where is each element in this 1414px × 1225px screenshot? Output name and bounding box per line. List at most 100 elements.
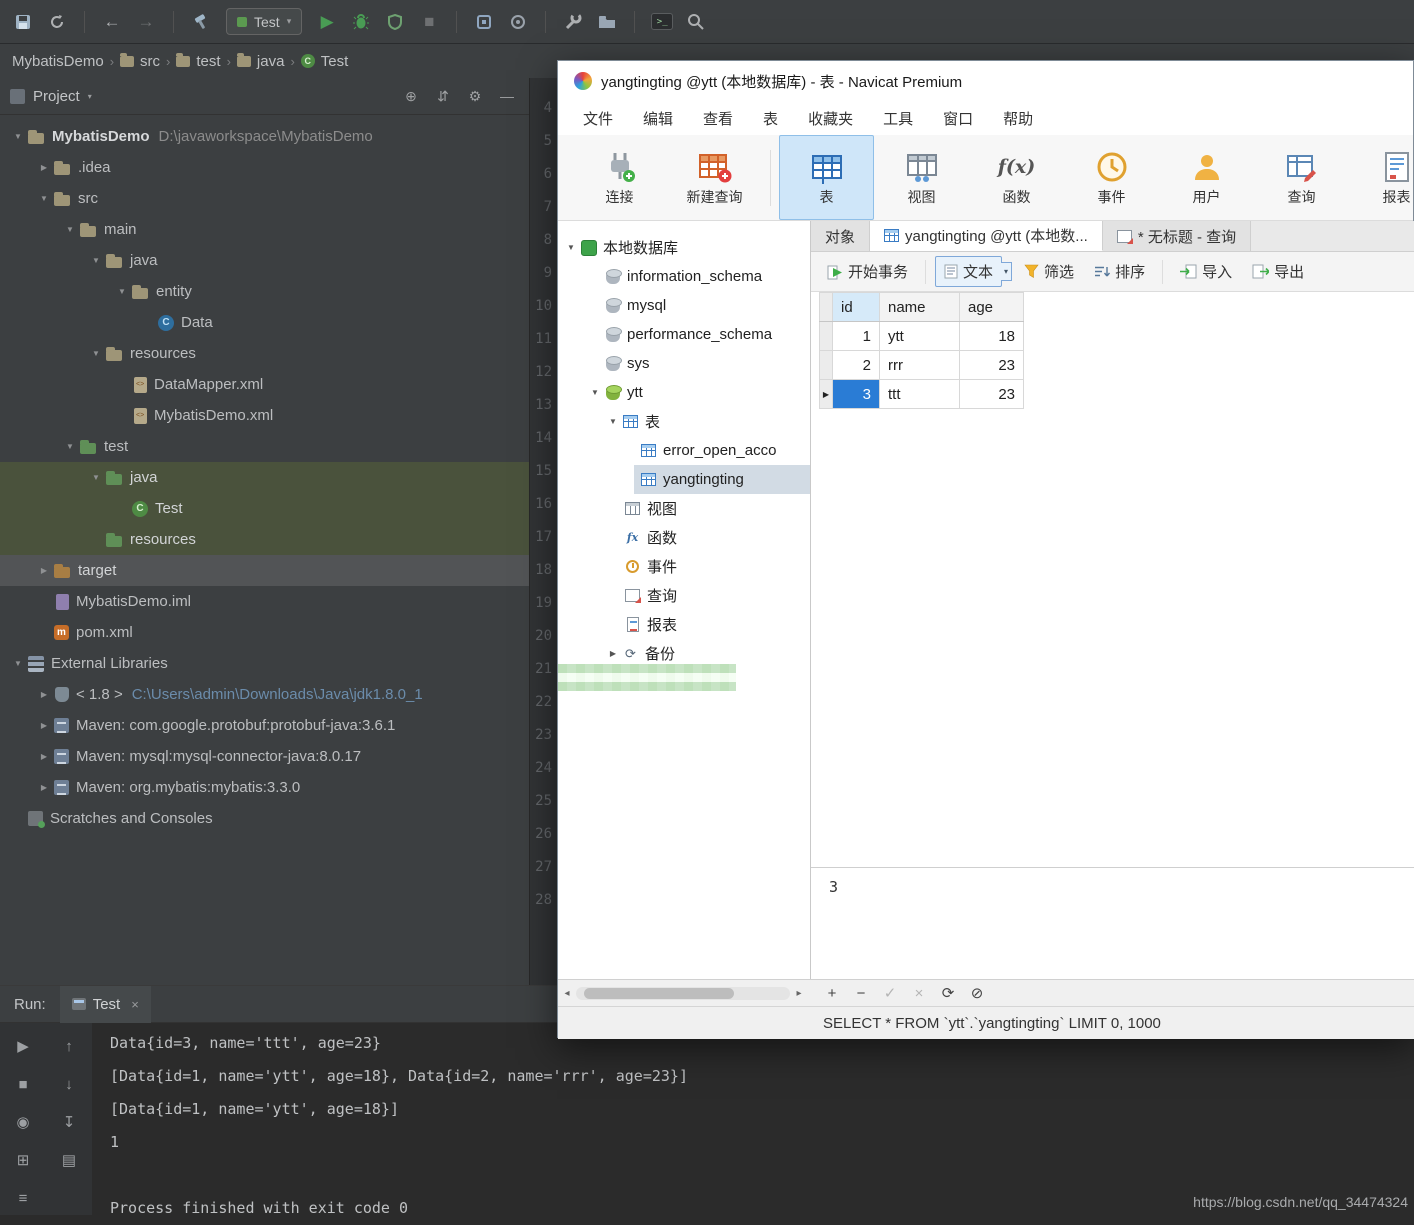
tree-item-jdk18[interactable]: ▶< 1.8 >C:\Users\admin\Downloads\Java\jd…: [0, 679, 529, 710]
tree-item-views[interactable]: 视图: [558, 494, 810, 523]
tree-item-test-class[interactable]: Test: [0, 493, 529, 524]
toolbar-table-button[interactable]: 表: [779, 135, 874, 220]
apply-changes-button[interactable]: ✓: [882, 984, 898, 1002]
project-panel-title[interactable]: Project: [33, 88, 80, 105]
tree-item-data-class[interactable]: Data: [0, 307, 529, 338]
up-stack-trace-icon[interactable]: ↑: [65, 1038, 73, 1055]
stop-button[interactable]: ■: [414, 7, 444, 37]
tree-item-tables[interactable]: ▼表: [558, 407, 810, 436]
tree-item-queries[interactable]: 查询: [558, 581, 810, 610]
sync-refresh-button[interactable]: [42, 7, 72, 37]
locate-file-icon[interactable]: ⊕: [399, 88, 423, 105]
delete-record-button[interactable]: −: [853, 985, 869, 1002]
add-record-button[interactable]: +: [824, 985, 840, 1002]
tree-item-yangtingting[interactable]: yangtingting: [558, 465, 810, 494]
tree-item-target[interactable]: ▶target: [0, 555, 529, 586]
cell-id[interactable]: 2: [833, 351, 880, 380]
stop-button[interactable]: ⊘: [969, 984, 985, 1002]
build-hammer-button[interactable]: [186, 7, 216, 37]
cell-name[interactable]: ttt: [880, 380, 960, 409]
save-button[interactable]: [8, 7, 38, 37]
toolbar-extra-icon-2[interactable]: [503, 7, 533, 37]
toolbar-query-button[interactable]: 查询: [1254, 135, 1349, 220]
refresh-button[interactable]: ⟳: [940, 984, 956, 1002]
print-icon[interactable]: ≡: [19, 1190, 28, 1207]
forward-button[interactable]: →: [131, 7, 161, 37]
toolbar-user-button[interactable]: 用户: [1159, 135, 1254, 220]
hide-panel-icon[interactable]: —: [495, 88, 519, 104]
tree-item-idea-folder[interactable]: ▶.idea: [0, 152, 529, 183]
terminal-button[interactable]: >_: [647, 7, 677, 37]
tree-item-main[interactable]: ▼main: [0, 214, 529, 245]
toolbar-report-button[interactable]: 报表: [1349, 135, 1413, 220]
tab-objects[interactable]: 对象: [811, 221, 870, 251]
tree-item-external-libraries[interactable]: ▼External Libraries: [0, 648, 529, 679]
tree-item-maven-mybatis[interactable]: ▶Maven: org.mybatis:mybatis:3.3.0: [0, 772, 529, 803]
cell-age[interactable]: 18: [960, 322, 1024, 351]
tree-item-pom-xml[interactable]: pom.xml: [0, 617, 529, 648]
tree-item-functions[interactable]: 函数: [558, 523, 810, 552]
run-button[interactable]: ▶: [312, 7, 342, 37]
tree-item-mybatisdemo-xml[interactable]: MybatisDemo.xml: [0, 400, 529, 431]
cell-value-editor[interactable]: 3: [811, 867, 1414, 979]
tree-item-performance-schema[interactable]: performance_schema: [558, 320, 810, 349]
tree-item-datamapper-xml[interactable]: DataMapper.xml: [0, 369, 529, 400]
cell-age[interactable]: 23: [960, 380, 1024, 409]
import-button[interactable]: 导入: [1172, 257, 1240, 286]
tree-item-java-main[interactable]: ▼java: [0, 245, 529, 276]
scrollbar-thumb[interactable]: [584, 988, 734, 999]
collapse-all-icon[interactable]: ⇵: [431, 88, 455, 105]
column-header-name[interactable]: name: [880, 293, 960, 322]
menu-help[interactable]: 帮助: [988, 108, 1048, 129]
console-output[interactable]: Data{id=3, name='ttt', age=23} [Data{id=…: [92, 1023, 1414, 1215]
project-structure-button[interactable]: [592, 7, 622, 37]
tree-item-src[interactable]: ▼src: [0, 183, 529, 214]
tree-horizontal-scrollbar[interactable]: ◂ ▸: [558, 980, 808, 1006]
scroll-right-icon[interactable]: ▸: [790, 988, 808, 999]
cell-id-selected[interactable]: 3: [833, 380, 880, 409]
scroll-to-end-icon[interactable]: ▤: [62, 1151, 76, 1169]
close-icon[interactable]: ×: [131, 997, 139, 1012]
soft-wrap-icon[interactable]: ↧: [63, 1113, 76, 1131]
menu-tools[interactable]: 工具: [868, 108, 928, 129]
tree-item-sys[interactable]: sys: [558, 349, 810, 378]
tree-item-resources-main[interactable]: ▼resources: [0, 338, 529, 369]
menu-window[interactable]: 窗口: [928, 108, 988, 129]
tree-item-java-test[interactable]: ▼java: [0, 462, 529, 493]
coverage-button[interactable]: [380, 7, 410, 37]
sort-button[interactable]: 排序: [1086, 257, 1153, 286]
tree-item-resources-test[interactable]: resources: [0, 524, 529, 555]
tree-item-scratches[interactable]: Scratches and Consoles: [0, 803, 529, 834]
tree-item-maven-protobuf[interactable]: ▶Maven: com.google.protobuf:protobuf-jav…: [0, 710, 529, 741]
cell-id[interactable]: 1: [833, 322, 880, 351]
tab-yangtingting-table[interactable]: yangtingting @ytt (本地数...: [870, 221, 1103, 251]
debug-button[interactable]: [346, 7, 376, 37]
toolbar-view-button[interactable]: 视图: [874, 135, 969, 220]
tree-item-reports[interactable]: 报表: [558, 610, 810, 639]
toolbar-connection-button[interactable]: 连接: [572, 135, 667, 220]
settings-gear-icon[interactable]: ⚙: [463, 88, 487, 105]
tree-item-error-open-acc[interactable]: error_open_acco: [558, 436, 810, 465]
cell-name[interactable]: rrr: [880, 351, 960, 380]
tab-untitled-query[interactable]: * 无标题 - 查询: [1103, 221, 1251, 251]
grid-row-1[interactable]: 1 ytt 18: [820, 322, 1024, 351]
grid-row-3-selected[interactable]: ▶ 3 ttt 23: [820, 380, 1024, 409]
tree-item-entity[interactable]: ▼entity: [0, 276, 529, 307]
breadcrumb-item-test[interactable]: test: [176, 53, 220, 70]
breadcrumb-item-java[interactable]: java: [237, 53, 285, 70]
tree-item-localdb[interactable]: ▼本地数据库: [558, 233, 810, 262]
breadcrumb-item-project[interactable]: MybatisDemo: [12, 53, 104, 70]
column-header-age[interactable]: age: [960, 293, 1024, 322]
menu-edit[interactable]: 编辑: [628, 108, 688, 129]
tree-item-mysql[interactable]: mysql: [558, 291, 810, 320]
export-button[interactable]: 导出: [1244, 257, 1312, 286]
tree-item-information-schema[interactable]: information_schema: [558, 262, 810, 291]
menu-favorites[interactable]: 收藏夹: [793, 108, 868, 129]
tree-item-events[interactable]: 事件: [558, 552, 810, 581]
run-tab-test[interactable]: Test ×: [60, 986, 151, 1023]
tree-item-maven-mysql-connector[interactable]: ▶Maven: mysql:mysql-connector-java:8.0.1…: [0, 741, 529, 772]
column-header-id[interactable]: id: [833, 293, 880, 322]
filter-button[interactable]: 筛选: [1016, 257, 1082, 286]
tree-item-iml-file[interactable]: MybatisDemo.iml: [0, 586, 529, 617]
tree-item-ytt[interactable]: ▼ytt: [558, 378, 810, 407]
